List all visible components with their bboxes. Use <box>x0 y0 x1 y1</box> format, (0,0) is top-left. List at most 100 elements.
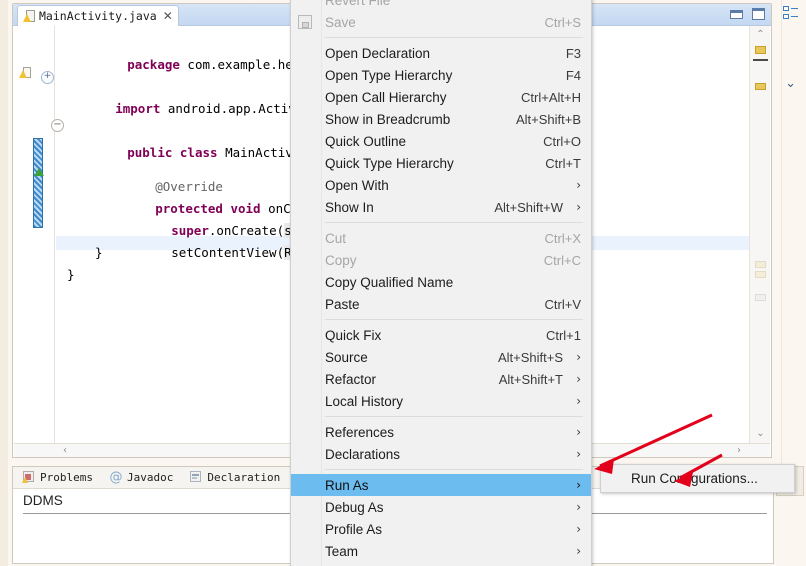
chevron-right-icon: › <box>576 200 581 214</box>
run-as-submenu: Run Configurations... <box>600 464 795 493</box>
menu-item-label: Save <box>325 14 356 30</box>
save-icon <box>298 15 312 29</box>
editor-overview-ruler[interactable]: ⌃ ⌄ <box>749 26 770 443</box>
menu-item-source[interactable]: Source Alt+Shift+S › <box>291 346 591 368</box>
menu-item-open-with[interactable]: Open With › <box>291 174 591 196</box>
editor-part-buttons <box>730 8 765 20</box>
menu-item-quick-fix[interactable]: Quick Fix Ctrl+1 <box>291 324 591 346</box>
menu-item-copy-qualified-name[interactable]: Copy Qualified Name <box>291 271 591 293</box>
perspective-switch-icon[interactable] <box>783 6 799 20</box>
ruler-warning-mark[interactable] <box>755 83 766 90</box>
import-expand-icon[interactable]: + <box>41 71 54 84</box>
tab-javadoc[interactable]: @ Javadoc <box>106 469 176 486</box>
menu-item-open-declaration[interactable]: Open Declaration F3 <box>291 42 591 64</box>
submenu-item-run-configurations[interactable]: Run Configurations... <box>601 468 794 489</box>
chevron-right-icon: › <box>576 478 581 492</box>
editor-context-menu: Revert File Save Ctrl+S Open Declaration F3 O… <box>290 0 592 566</box>
menu-item-debug-as[interactable]: Debug As › <box>291 496 591 518</box>
change-indicator-bar <box>33 138 43 228</box>
tab-declaration[interactable]: Declaration <box>186 469 283 486</box>
editor-gutter[interactable]: + <box>13 26 55 443</box>
chevron-right-icon: › <box>576 178 581 192</box>
bottom-view-title: DDMS <box>23 493 63 508</box>
menu-item-label: References <box>325 424 395 440</box>
scroll-up-icon[interactable]: ⌃ <box>753 28 768 42</box>
menu-item-team[interactable]: Team › <box>291 540 591 562</box>
tab-problems-label: Problems <box>40 471 93 484</box>
menu-item-label: Declarations <box>325 446 401 462</box>
problems-icon <box>22 471 36 484</box>
screenshot-root: MainActivity.java ✕ + − package com.exam… <box>0 0 806 566</box>
menu-item-declarations[interactable]: Declarations › <box>291 443 591 465</box>
ruler-faint-mark <box>755 271 766 278</box>
menu-item-show-in-breadcrumb[interactable]: Show in Breadcrumb Alt+Shift+B <box>291 108 591 130</box>
menu-item-label: Copy Qualified Name <box>325 274 454 290</box>
menu-item-references[interactable]: References › <box>291 421 591 443</box>
menu-item-shortcut: Ctrl+T <box>545 155 581 171</box>
menu-item-label: Team <box>325 543 359 559</box>
editor-tab-mainactivity[interactable]: MainActivity.java ✕ <box>17 5 179 26</box>
menu-item-label: Run As <box>325 477 369 493</box>
menu-item-profile-as[interactable]: Profile As › <box>291 518 591 540</box>
menu-item-local-history[interactable]: Local History › <box>291 390 591 412</box>
menu-item-label: Open Call Hierarchy <box>325 89 447 105</box>
menu-item-run-as[interactable]: Run As › <box>291 474 591 496</box>
menu-item-label: Paste <box>325 296 360 312</box>
menu-separator <box>325 37 583 38</box>
menu-item-label: Quick Outline <box>325 133 407 149</box>
menu-item-show-in[interactable]: Show In Alt+Shift+W › <box>291 196 591 218</box>
menu-item-shortcut: F4 <box>565 67 581 83</box>
maximize-icon[interactable] <box>752 8 765 20</box>
ruler-warning-mark[interactable] <box>755 46 766 54</box>
code-line-close-method: } <box>95 245 103 260</box>
chevron-down-icon[interactable]: ⌄ <box>785 76 796 91</box>
code-line-close-class: } <box>67 267 75 282</box>
declaration-icon <box>189 471 203 484</box>
minimize-icon[interactable] <box>730 9 743 19</box>
tab-problems[interactable]: Problems <box>19 469 96 486</box>
menu-item-compare-with[interactable]: Compare With› <box>291 562 591 566</box>
menu-item-label: Local History <box>325 393 404 409</box>
menu-item-open-call-hierarchy[interactable]: Open Call Hierarchy Ctrl+Alt+H <box>291 86 591 108</box>
menu-item-shortcut: Ctrl+1 <box>545 327 581 343</box>
menu-item-copy: Copy Ctrl+C <box>291 249 591 271</box>
menu-item-label: Cut <box>325 230 347 246</box>
chevron-right-icon: › <box>576 500 581 514</box>
menu-item-quick-outline[interactable]: Quick Outline Ctrl+O <box>291 130 591 152</box>
menu-item-shortcut: Ctrl+V <box>544 296 581 312</box>
menu-item-label: Source <box>325 349 368 365</box>
menu-item-paste[interactable]: Paste Ctrl+V <box>291 293 591 315</box>
menu-item-quick-type-hierarchy[interactable]: Quick Type Hierarchy Ctrl+T <box>291 152 591 174</box>
menu-item-refactor[interactable]: Refactor Alt+Shift+T › <box>291 368 591 390</box>
menu-item-cut: Cut Ctrl+X <box>291 227 591 249</box>
close-icon[interactable]: ✕ <box>163 10 173 22</box>
menu-item-shortcut: F3 <box>565 45 581 61</box>
ruler-faint-mark <box>755 261 766 268</box>
chevron-right-icon: › <box>576 372 581 386</box>
menu-separator <box>325 319 583 320</box>
scroll-left-icon[interactable]: ‹ <box>58 444 72 457</box>
method-fold-collapse-icon[interactable]: − <box>51 119 64 132</box>
tab-javadoc-label: Javadoc <box>126 471 174 484</box>
menu-item-label: Run Configurations... <box>631 471 758 486</box>
editor-tab-label: MainActivity.java <box>39 9 157 23</box>
javadoc-icon: @ <box>109 470 123 485</box>
menu-separator <box>325 416 583 417</box>
menu-separator <box>325 469 583 470</box>
menu-item-shortcut: Ctrl+C <box>543 252 581 268</box>
scroll-down-icon[interactable]: ⌄ <box>753 427 768 441</box>
menu-item-label: Open Type Hierarchy <box>325 67 453 83</box>
change-indicator-marker <box>34 168 44 176</box>
scroll-right-icon[interactable]: › <box>732 444 746 457</box>
chevron-right-icon: › <box>576 425 581 439</box>
menu-item-save: Save Ctrl+S <box>291 11 591 33</box>
ruler-thumb-line <box>753 59 768 61</box>
menu-item-shortcut: Alt+Shift+W <box>494 199 563 215</box>
menu-item-open-type-hierarchy[interactable]: Open Type Hierarchy F4 <box>291 64 591 86</box>
tab-declaration-label: Declaration <box>207 471 281 484</box>
chevron-right-icon: › <box>576 544 581 558</box>
menu-item-shortcut: Alt+Shift+B <box>515 111 581 127</box>
menu-item-label: Profile As <box>325 521 383 537</box>
menu-item-label: Show In <box>325 199 374 215</box>
menu-item-shortcut: Alt+Shift+S <box>497 349 563 365</box>
